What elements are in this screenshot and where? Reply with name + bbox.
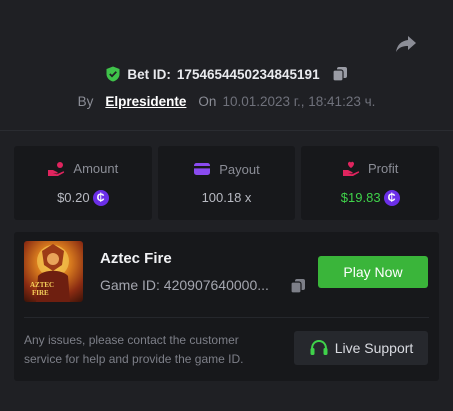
shield-check-icon [106, 66, 120, 82]
divider [24, 317, 429, 318]
coin-icon: ₵ [92, 189, 109, 206]
divider [0, 130, 453, 131]
by-label: By [77, 93, 94, 109]
bet-author-row: By Elpresidente On 10.01.2023 г., 18:41:… [0, 91, 453, 111]
headset-icon [310, 339, 328, 355]
stat-amount-value: $0.20 [57, 190, 90, 205]
share-icon[interactable] [395, 34, 417, 54]
bet-id-row: Bet ID: 1754654450234845191 [0, 64, 453, 84]
help-text: Any issues, please contact the customer … [24, 333, 244, 366]
game-title[interactable]: Aztec Fire [100, 250, 172, 267]
thumb-logo-line2: FIRE [32, 289, 49, 297]
copy-icon[interactable] [290, 278, 306, 294]
bet-id-label: Bet ID: [127, 66, 171, 82]
bet-stats: Amount $0.20 ₵ Payout 100.18 x Profit $1… [14, 146, 440, 220]
live-support-button[interactable]: Live Support [294, 331, 428, 365]
on-label: On [198, 93, 217, 109]
stat-payout-label: Payout [219, 161, 260, 177]
bet-date: 10.01.2023 г., 18:41:23 ч. [222, 93, 376, 109]
stat-amount-label: Amount [73, 161, 119, 176]
copy-icon[interactable] [331, 66, 348, 82]
stat-profit-label: Profit [368, 161, 399, 176]
game-id: Game ID: 420907640000... [100, 277, 269, 293]
aztec-fire-art: AZTEC FIRE [30, 244, 70, 302]
hand-heart-icon [343, 161, 360, 176]
stat-payout: Payout 100.18 x [157, 146, 296, 220]
stat-amount: Amount $0.20 ₵ [14, 146, 152, 220]
game-card: AZTEC FIRE Aztec Fire Game ID: 420907640… [14, 232, 439, 381]
wallet-card-icon [194, 163, 211, 175]
live-support-label: Live Support [334, 340, 414, 356]
bet-id-value: 1754654450234845191 [176, 66, 320, 82]
game-thumbnail[interactable]: AZTEC FIRE [24, 241, 83, 302]
stat-profit: Profit $19.83 ₵ [301, 146, 440, 220]
hand-coins-icon [48, 161, 65, 176]
play-now-button[interactable]: Play Now [318, 256, 428, 288]
thumb-logo-line1: AZTEC [30, 281, 54, 289]
stat-profit-value: $19.83 [340, 190, 381, 205]
stat-payout-value: 100.18 x [201, 190, 252, 205]
coin-icon: ₵ [383, 189, 400, 206]
user-link[interactable]: Elpresidente [105, 94, 186, 109]
